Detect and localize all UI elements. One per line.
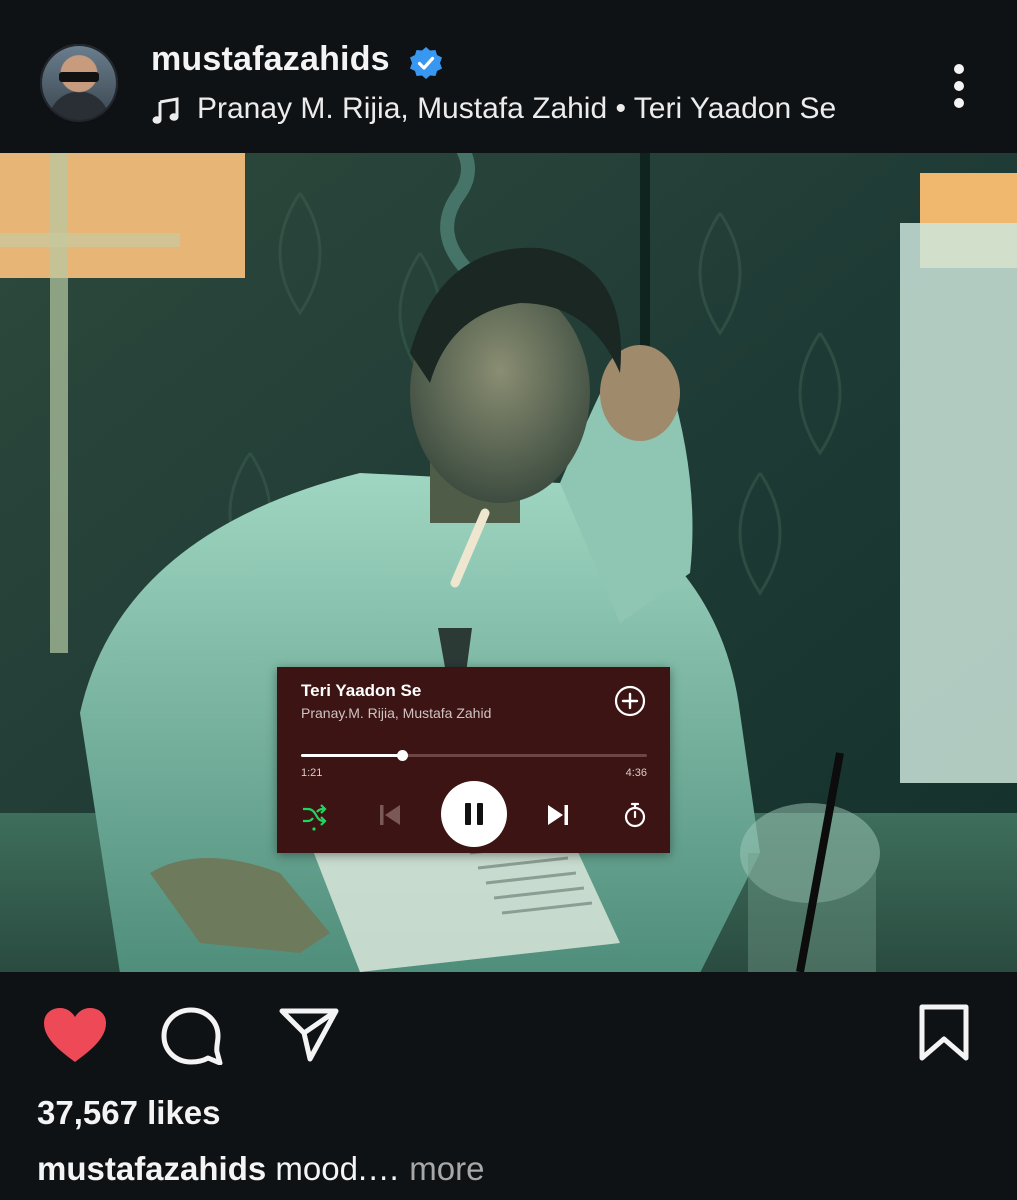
sleep-timer-icon[interactable] xyxy=(622,801,648,829)
shuffle-icon[interactable] xyxy=(301,801,327,831)
music-separator: • xyxy=(607,92,634,125)
pause-button[interactable] xyxy=(441,781,507,847)
post-caption: mustafazahids mood.… more xyxy=(37,1150,484,1188)
progress-knob[interactable] xyxy=(397,750,409,761)
avatar[interactable] xyxy=(40,44,118,122)
avatar-sunglasses xyxy=(59,72,99,82)
pause-icon xyxy=(465,803,483,825)
bookmark-icon[interactable] xyxy=(918,1004,970,1062)
verified-badge-icon xyxy=(410,47,442,79)
total-time: 4:36 xyxy=(625,767,647,779)
player-artists: Pranay.M. Rijia, Mustafa Zahid xyxy=(301,705,492,721)
post-username[interactable]: mustafazahids xyxy=(151,40,390,79)
progress-fill xyxy=(301,754,403,757)
caption-more-link[interactable]: more xyxy=(400,1150,484,1187)
comment-icon[interactable] xyxy=(160,1007,224,1065)
post-image[interactable]: Teri Yaadon Se Pranay.M. Rijia, Mustafa … xyxy=(0,153,1017,972)
previous-icon[interactable] xyxy=(377,802,403,828)
music-note-icon xyxy=(152,97,179,124)
add-icon[interactable] xyxy=(614,685,646,717)
music-title: Teri Yaadon Se xyxy=(633,92,837,125)
more-options-icon[interactable] xyxy=(948,62,970,110)
elapsed-time: 1:21 xyxy=(301,767,323,779)
post-header: mustafazahids Pranay M. Rijia, Mustafa Z… xyxy=(0,0,1017,153)
share-icon[interactable] xyxy=(278,1005,340,1063)
caption-username[interactable]: mustafazahids xyxy=(37,1150,266,1187)
player-song-title: Teri Yaadon Se xyxy=(301,681,422,700)
likes-count[interactable]: 37,567 likes xyxy=(37,1094,221,1132)
caption-text: mood.… xyxy=(266,1150,401,1187)
heart-icon[interactable] xyxy=(42,1006,108,1064)
now-playing-card[interactable]: Teri Yaadon Se Pranay.M. Rijia, Mustafa … xyxy=(277,667,670,853)
progress-track[interactable] xyxy=(301,750,647,761)
next-icon[interactable] xyxy=(545,802,571,828)
music-artists: Pranay M. Rijia, Mustafa Zahid xyxy=(197,92,608,125)
music-attribution[interactable]: Pranay M. Rijia, Mustafa Zahid • Teri Ya… xyxy=(197,92,836,126)
